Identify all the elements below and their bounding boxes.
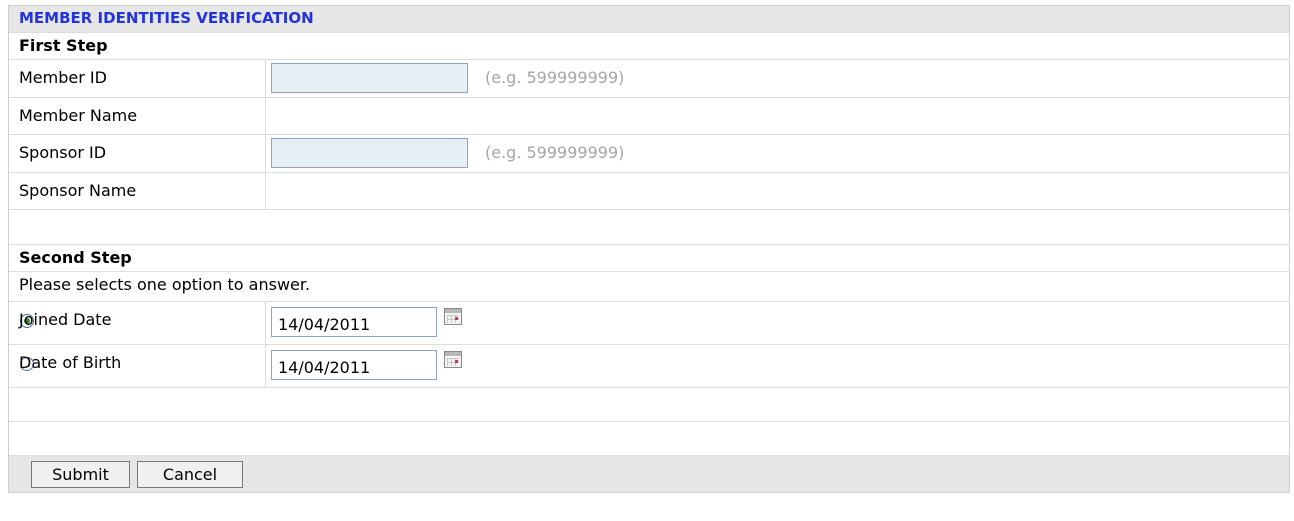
joined-date-label: Joined Date — [19, 310, 112, 329]
member-name-label: Member Name — [19, 106, 138, 125]
sponsor-id-input[interactable] — [271, 138, 468, 168]
empty-row — [9, 388, 1289, 422]
date-of-birth-input[interactable] — [271, 350, 437, 380]
sponsor-id-row: Sponsor ID (e.g. 599999999) — [9, 135, 1289, 173]
date-of-birth-label: Date of Birth — [19, 353, 122, 372]
joined-date-row: Joined Date — [9, 302, 1289, 345]
calendar-icon[interactable] — [444, 351, 462, 368]
sponsor-name-label: Sponsor Name — [19, 181, 137, 200]
empty-row — [9, 422, 1289, 456]
calendar-icon[interactable] — [444, 308, 462, 325]
form-title: MEMBER IDENTITIES VERIFICATION — [19, 9, 314, 27]
sponsor-id-label: Sponsor ID — [19, 143, 107, 162]
button-bar: Submit Cancel — [9, 456, 1289, 493]
date-of-birth-row: Date of Birth — [9, 345, 1289, 388]
instruction-text: Please selects one option to answer. — [19, 275, 311, 294]
form-title-bar: MEMBER IDENTITIES VERIFICATION — [9, 6, 1289, 33]
member-id-input[interactable] — [271, 63, 468, 93]
member-id-label: Member ID — [19, 68, 107, 87]
sponsor-id-hint: (e.g. 599999999) — [485, 143, 625, 162]
joined-date-input[interactable] — [271, 307, 437, 337]
verification-form: MEMBER IDENTITIES VERIFICATION First Ste… — [8, 5, 1290, 493]
empty-row — [9, 210, 1289, 245]
member-id-hint: (e.g. 599999999) — [485, 68, 625, 87]
instruction-row: Please selects one option to answer. — [9, 272, 1289, 302]
first-step-heading: First Step — [19, 36, 108, 55]
first-step-header: First Step — [9, 33, 1289, 60]
submit-button[interactable]: Submit — [31, 461, 130, 488]
member-name-row: Member Name — [9, 98, 1289, 135]
second-step-heading: Second Step — [19, 248, 132, 267]
second-step-header: Second Step — [9, 245, 1289, 272]
cancel-button[interactable]: Cancel — [137, 461, 243, 488]
member-id-row: Member ID (e.g. 599999999) — [9, 60, 1289, 98]
sponsor-name-row: Sponsor Name — [9, 173, 1289, 210]
